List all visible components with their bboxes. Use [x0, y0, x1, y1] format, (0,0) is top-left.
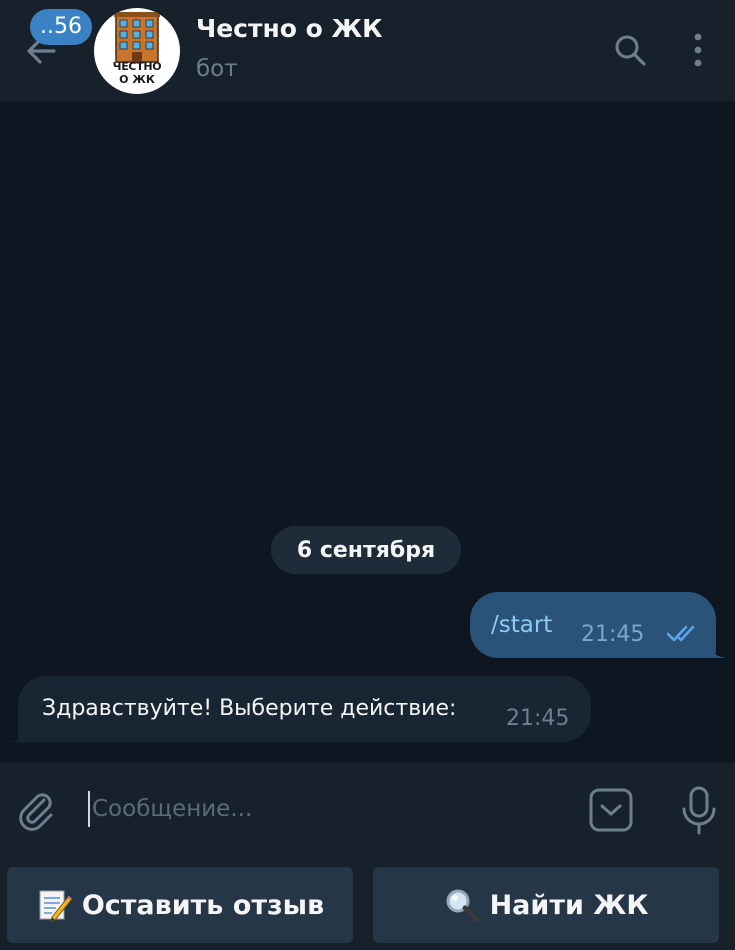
message-composer	[0, 762, 735, 856]
avatar[interactable]: ЧЕСТНО О ЖК	[94, 8, 180, 94]
button-label: Оставить отзыв	[81, 889, 325, 921]
bubble-tail	[6, 722, 30, 742]
message-time: 21:45	[581, 622, 645, 647]
message-time: 21:45	[506, 706, 570, 731]
search-button[interactable]	[608, 28, 652, 72]
bot-keyboard-toggle-button[interactable]	[586, 785, 636, 835]
magnifier-icon	[444, 887, 480, 923]
message-text: /start	[491, 612, 553, 638]
chat-title[interactable]: Честно о ЖК	[196, 14, 383, 43]
attach-button[interactable]	[12, 785, 60, 835]
bot-reply-keyboard: Оставить отзыв Найти ЖК	[0, 856, 735, 950]
bubble-tail	[706, 640, 730, 658]
avatar-text-line1: ЧЕСТНО	[112, 60, 162, 73]
message-bubble-incoming[interactable]: Здравствуйте! Выберите действие: 21:45	[18, 676, 591, 742]
leave-review-button[interactable]: Оставить отзыв	[7, 867, 353, 943]
message-bubble-outgoing[interactable]: /start 21:45	[470, 592, 716, 658]
more-vertical-icon	[694, 33, 702, 67]
paperclip-icon	[19, 793, 53, 831]
double-check-icon	[666, 625, 695, 642]
date-separator: 6 сентября	[271, 526, 461, 574]
find-complex-button[interactable]: Найти ЖК	[373, 867, 719, 943]
text-caret	[88, 791, 90, 827]
search-icon	[615, 35, 646, 66]
avatar-text-line2: О ЖК	[119, 73, 155, 86]
more-options-button[interactable]	[678, 28, 718, 72]
message-input[interactable]	[92, 785, 562, 833]
chat-subtitle: бот	[196, 56, 238, 82]
memo-icon	[36, 887, 72, 923]
message-text: Здравствуйте! Выберите действие:	[42, 696, 457, 721]
voice-record-button[interactable]	[676, 783, 722, 839]
button-label: Найти ЖК	[489, 889, 649, 921]
chat-header: ..56 ЧЕСТНО О ЖК Честно о ЖК бот	[0, 0, 735, 102]
keyboard-toggle-icon	[589, 788, 633, 832]
unread-count-badge: ..56	[30, 9, 92, 45]
microphone-icon	[682, 786, 716, 835]
